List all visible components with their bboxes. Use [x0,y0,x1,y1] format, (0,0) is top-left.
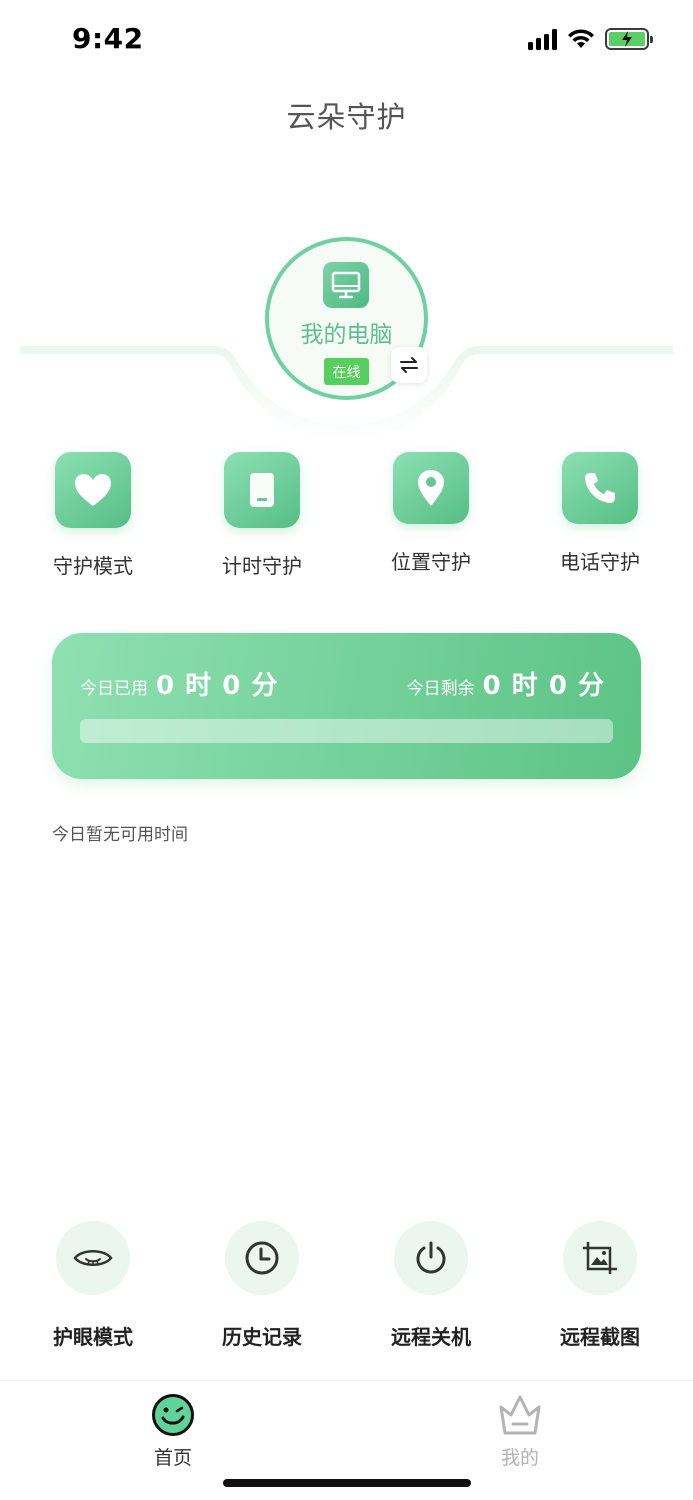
tool-label: 历史记录 [222,1325,302,1349]
tool-label: 远程截图 [560,1325,640,1349]
status-icons [528,28,653,50]
feature-location-guard[interactable]: 位置守护 [366,452,496,575]
feature-timer-guard[interactable]: 计时守护 [197,452,327,579]
tool-remote-screenshot[interactable]: 远程截图 [535,1221,665,1350]
eye-icon [56,1221,130,1295]
switch-device-button[interactable] [391,347,427,383]
power-icon [394,1221,468,1295]
remaining-value: 0 时 0 分 [482,671,605,701]
phone-timer-icon [224,452,300,528]
tool-history[interactable]: 历史记录 [197,1221,327,1350]
usage-progress-bar [80,719,613,743]
home-face-icon [152,1394,194,1436]
monitor-icon [323,262,369,308]
usage-used: 今日已用 0 时 0 分 [80,665,278,702]
device-name: 我的电脑 [300,322,393,348]
usage-note: 今日暂无可用时间 [52,825,188,845]
tool-label: 护眼模式 [53,1325,133,1349]
location-pin-icon [393,452,469,524]
usage-remaining: 今日剩余 0 时 0 分 [407,665,605,702]
tab-label: 我的 [500,1447,539,1469]
tool-label: 远程关机 [391,1325,471,1349]
tool-eye-protection[interactable]: 护眼模式 [28,1221,158,1350]
tab-label: 首页 [153,1447,192,1469]
feature-label: 守护模式 [53,554,133,578]
feature-label: 计时守护 [222,554,302,578]
screenshot-icon [563,1221,637,1295]
used-value: 0 时 0 分 [156,671,279,701]
feature-phone-guard[interactable]: 电话守护 [535,452,665,575]
tab-home[interactable]: 首页 [103,1393,243,1470]
phone-call-icon [562,452,638,524]
switch-device-icon [400,357,418,373]
feature-label: 位置守护 [391,550,471,574]
heart-icon [55,452,131,528]
page-title: 云朵守护 [286,100,407,134]
used-label: 今日已用 [80,679,148,699]
tab-mine[interactable]: 我的 [450,1393,590,1470]
home-indicator [223,1479,471,1487]
usage-card: 今日已用 0 时 0 分 今日剩余 0 时 0 分 [52,633,641,779]
feature-guard-mode[interactable]: 守护模式 [28,452,158,579]
wifi-icon [568,29,594,48]
remaining-label: 今日剩余 [406,679,475,699]
status-time: 9:42 [72,22,144,55]
feature-label: 电话守护 [560,550,640,574]
tool-remote-shutdown[interactable]: 远程关机 [366,1221,496,1350]
crown-icon [499,1395,541,1435]
device-status-badge: 在线 [324,358,369,385]
cellular-signal-icon [528,28,557,50]
clock-icon [225,1221,299,1295]
battery-icon [605,28,653,50]
status-bar: 9:42 [0,0,693,80]
